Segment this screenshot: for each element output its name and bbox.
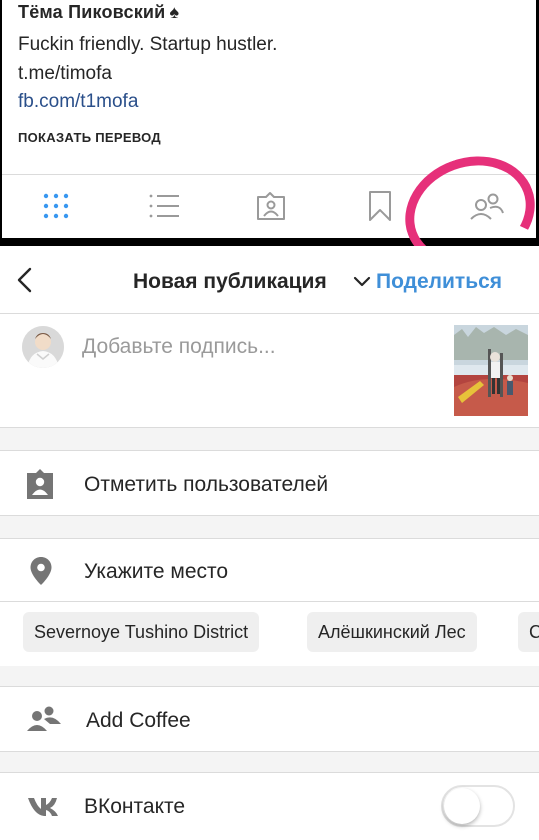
chevron-down-icon[interactable]: [352, 274, 372, 290]
caption-input[interactable]: [82, 332, 432, 362]
vk-icon: [28, 798, 58, 816]
location-chip[interactable]: С: [518, 612, 539, 652]
tab-tagged[interactable]: [254, 189, 288, 223]
user-avatar-image: [22, 326, 64, 368]
tab-list[interactable]: [147, 189, 181, 223]
vk-label: ВКонтакте: [84, 795, 186, 818]
tag-people-label: Отметить пользователей: [84, 473, 329, 496]
location-chip[interactable]: Severnoye Tushino District: [23, 612, 260, 652]
avatar: [22, 326, 64, 368]
section-divider: [0, 516, 539, 538]
profile-name-text: Тёма Пиковский: [18, 2, 166, 22]
tag-people-row[interactable]: Отметить пользователей: [0, 450, 539, 516]
add-coffee-label: Add Coffee: [86, 709, 191, 732]
section-divider: [0, 428, 539, 450]
caption-section: [0, 314, 539, 428]
profile-link-facebook[interactable]: fb.com/t1mofa: [18, 91, 138, 113]
list-icon: [149, 194, 179, 218]
tag-person-icon: [27, 469, 53, 499]
location-suggestions: Severnoye Tushino District Алёшкинский Л…: [0, 602, 539, 672]
tab-grid[interactable]: [39, 189, 73, 223]
grid-icon: [43, 193, 69, 219]
profile-name: Тёма Пиковский ♠: [18, 2, 179, 23]
add-coffee-row[interactable]: Add Coffee: [0, 686, 539, 752]
location-chip[interactable]: Алёшкинский Лес: [307, 612, 477, 652]
post-thumbnail: [454, 325, 528, 416]
saved-icon: [369, 191, 391, 221]
header-bar: Новая публикация Поделиться: [0, 246, 539, 314]
playground-photo-image: [454, 325, 528, 416]
location-pin-icon: [30, 557, 52, 585]
share-button[interactable]: Поделиться: [376, 270, 502, 294]
location-label: Укажите место: [84, 560, 229, 583]
location-row[interactable]: Укажите место: [0, 538, 539, 602]
show-translation-button[interactable]: ПОКАЗАТЬ ПЕРЕВОД: [18, 130, 161, 145]
page-title[interactable]: Новая публикация: [133, 270, 327, 294]
profile-bio: Fuckin friendly. Startup hustler.: [18, 34, 278, 55]
people-add-icon: [27, 706, 61, 731]
tab-saved[interactable]: [363, 189, 397, 223]
tagged-icon: [257, 192, 285, 220]
vk-share-row[interactable]: ВКонтакте: [0, 772, 539, 840]
toggle-knob: [444, 788, 480, 824]
chevron-left-icon[interactable]: [12, 266, 40, 294]
profile-screenshot: Тёма Пиковский ♠ Fuckin friendly. Startup…: [0, 0, 539, 286]
section-divider: [0, 666, 539, 686]
spade-icon: ♠: [169, 2, 180, 22]
profile-link-telegram[interactable]: t.me/timofa: [18, 63, 112, 85]
new-post-screen: Новая публикация Поделиться Добавьте под…: [0, 246, 539, 840]
section-divider: [0, 752, 539, 772]
vk-toggle[interactable]: [441, 785, 515, 827]
